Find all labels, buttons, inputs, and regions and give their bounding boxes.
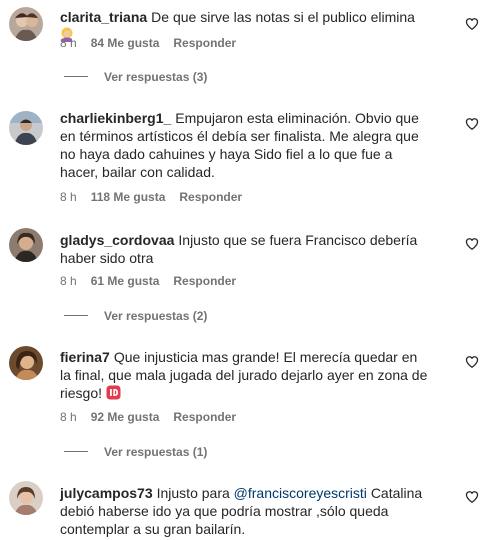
username[interactable]: julycampos73: [60, 485, 153, 501]
id-button-emoji: [106, 385, 121, 404]
comment-text: fierina7 Que injusticia mas grande! El me…: [60, 348, 432, 404]
likes-count[interactable]: 118 Me gusta: [91, 190, 166, 204]
reply-button[interactable]: Responder: [173, 410, 236, 424]
reply-button[interactable]: Responder: [179, 190, 242, 204]
heart-icon[interactable]: [465, 17, 479, 31]
view-replies-button[interactable]: Ver respuestas (3): [64, 69, 207, 85]
likes-count[interactable]: 92 Me gusta: [91, 410, 160, 424]
comment-meta: 8 h 61 Me gusta Responder: [60, 273, 236, 289]
comment-meta: 8 h 92 Me gusta Responder: [60, 409, 236, 425]
avatar[interactable]: [9, 481, 43, 515]
avatar[interactable]: [9, 228, 43, 262]
view-replies-label: Ver respuestas (3): [104, 70, 208, 84]
username[interactable]: charliekinberg1_: [60, 110, 171, 126]
view-replies-button[interactable]: Ver respuestas (1): [64, 444, 207, 460]
comment-body-start: Injusto para: [156, 485, 230, 501]
view-replies-label: Ver respuestas (2): [104, 309, 208, 323]
divider-line: [64, 315, 88, 317]
heart-icon[interactable]: [465, 237, 479, 251]
heart-icon[interactable]: [465, 355, 479, 369]
comment-body: De que sirve las notas si el publico eli…: [151, 9, 415, 25]
timestamp: 8 h: [60, 36, 77, 50]
timestamp: 8 h: [60, 274, 77, 288]
view-replies-button[interactable]: Ver respuestas (2): [64, 308, 207, 324]
divider-line: [64, 451, 88, 453]
likes-count[interactable]: 84 Me gusta: [91, 36, 160, 50]
timestamp: 8 h: [60, 190, 77, 204]
username[interactable]: fierina7: [60, 349, 110, 365]
heart-icon[interactable]: [465, 117, 479, 131]
avatar[interactable]: [9, 7, 43, 41]
view-replies-label: Ver respuestas (1): [104, 445, 208, 459]
username[interactable]: gladys_cordovaa: [60, 232, 174, 248]
heart-icon[interactable]: [465, 490, 479, 504]
timestamp: 8 h: [60, 410, 77, 424]
comment-text: gladys_cordovaa Injusto que se fuera Fran…: [60, 231, 432, 267]
reply-button[interactable]: Responder: [173, 274, 236, 288]
avatar[interactable]: [9, 346, 43, 380]
comment-text: charliekinberg1_ Empujaron esta eliminaci…: [60, 109, 432, 181]
avatar[interactable]: [9, 111, 43, 145]
comment-meta: 8 h 118 Me gusta Responder: [60, 189, 242, 205]
reply-button[interactable]: Responder: [173, 36, 236, 50]
likes-count[interactable]: 61 Me gusta: [91, 274, 160, 288]
mention-link[interactable]: @franciscoreyescristi: [234, 485, 367, 501]
divider-line: [64, 76, 88, 78]
username[interactable]: clarita_triana: [60, 9, 147, 25]
comment-text: julycampos73 Injusto para @franciscoreyes…: [60, 484, 432, 538]
comment-meta: 8 h 84 Me gusta Responder: [60, 35, 236, 51]
